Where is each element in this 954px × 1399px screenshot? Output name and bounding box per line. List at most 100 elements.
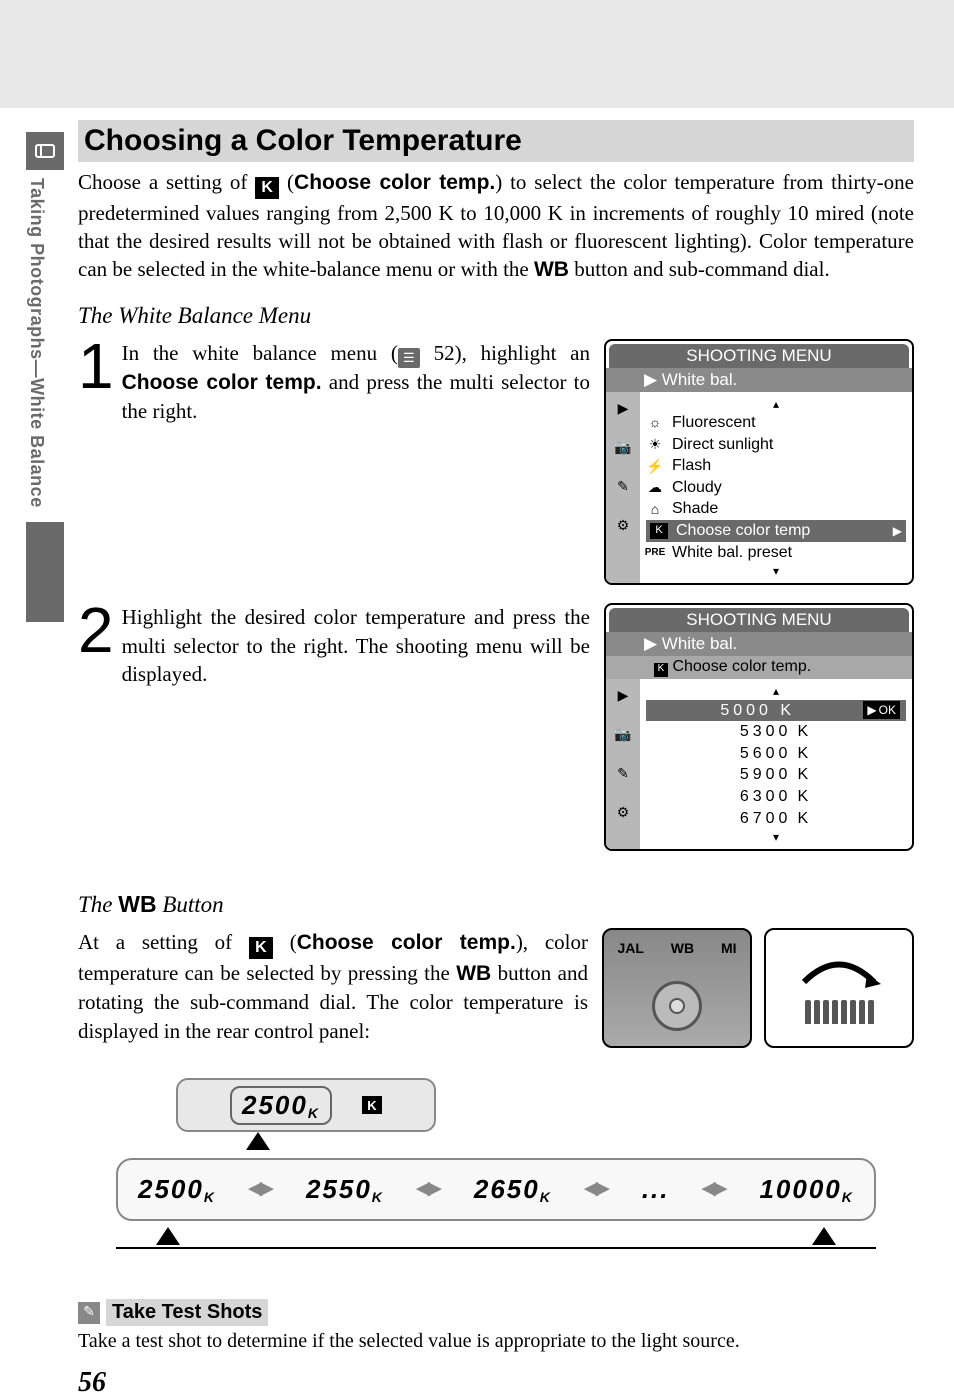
wb-row: At a setting of K (Choose color temp.), …	[78, 928, 914, 1048]
scroll-up-icon: ▴	[646, 396, 906, 412]
lcd-top-suffix: K	[308, 1105, 320, 1121]
seq-4: 10000	[759, 1174, 841, 1204]
pre-icon: PRE	[646, 546, 664, 560]
step-2-row: 2 Highlight the desired color temperatur…	[78, 603, 914, 851]
cam-l2: WB	[671, 940, 694, 956]
menu1-label-0: Fluorescent	[672, 412, 756, 434]
pointer-up-3	[812, 1227, 836, 1245]
fluorescent-icon: ☼	[646, 413, 664, 432]
step-1-text: In the white balance menu (☰ 52), highli…	[122, 339, 590, 425]
lcd-top-val: 2500	[242, 1090, 308, 1120]
seq-val-1: 2550K	[306, 1174, 384, 1205]
menu1-sub-text: White bal.	[662, 370, 738, 389]
lcd-current-value: 2500K	[230, 1086, 332, 1125]
camera-diagram: JALWBMI	[602, 928, 914, 1048]
camera-top-view: JALWBMI	[602, 928, 752, 1048]
scroll-up-icon-2: ▴	[646, 683, 906, 699]
menu-screenshot-2: SHOOTING MENU ▶ White bal. K Choose colo…	[604, 603, 914, 851]
wb-b: (	[273, 930, 297, 954]
sub-command-dial-diagram	[764, 928, 914, 1048]
seq-ellipsis: ...	[642, 1174, 670, 1205]
menu2-unit-4: K	[797, 786, 812, 808]
wb-text: At a setting of K (Choose color temp.), …	[78, 928, 588, 1045]
intro-paragraph: Choose a setting of K (Choose color temp…	[78, 168, 914, 285]
rotate-arrow-icon	[789, 952, 889, 992]
intro-paren: (	[279, 170, 294, 194]
side-tab: Taking Photographs—White Balance	[26, 132, 64, 592]
menu-screenshot-1: SHOOTING MENU ▶ White bal. ▶📷✎⚙ ▴ ☼Fluor…	[604, 339, 914, 586]
menu2-val-4: 6300	[740, 786, 792, 808]
k-icon-tiny: K	[654, 663, 668, 677]
step1-a: In the white balance menu (	[122, 341, 398, 365]
wb-e: WB	[456, 962, 491, 985]
menu1-label-4: Shade	[672, 498, 718, 520]
seq-s0: K	[204, 1189, 216, 1205]
side-tab-marker	[26, 522, 64, 622]
menu1-label-1: Direct sunlight	[672, 434, 773, 456]
step-1-number: 1	[78, 339, 114, 425]
intro-wb: WB	[534, 258, 569, 281]
pointer-up-1	[246, 1132, 270, 1150]
note-head: ✎ Take Test Shots	[78, 1299, 914, 1326]
menu2-row-3: 5900K	[646, 764, 906, 786]
intro-bold: Choose color temp.	[294, 171, 495, 194]
menu1-item-sunlight: ☀ Direct sunlight	[646, 434, 906, 456]
wb-head-b: WB	[118, 891, 156, 917]
dial-ridges	[805, 1000, 874, 1024]
wb-head-c: Button	[157, 892, 224, 917]
menu2-val-2: 5600	[740, 743, 792, 765]
lcd-display: 2500K K	[176, 1078, 436, 1132]
seq-arrow-icon-4	[697, 1176, 733, 1203]
k-icon-small: K	[650, 523, 668, 539]
wb-button-inner	[669, 998, 685, 1014]
scroll-down-icon: ▾	[646, 563, 906, 579]
menu2-val-5: 6700	[740, 808, 792, 830]
menu2-unit-1: K	[797, 721, 812, 743]
menu2-body: ▶📷✎⚙ ▴ 5000 K▶OK 5300K 5600K 5900K 6300K…	[606, 679, 912, 849]
menu1-item-cloudy: ☁Cloudy	[646, 477, 906, 499]
cam-l3: MI	[721, 940, 737, 956]
sunlight-icon: ☀	[646, 435, 664, 454]
menu2-unit-0: K	[780, 702, 795, 719]
lcd-diagram: 2500K K 2500K 2550K 2650K ... 10000K	[116, 1078, 876, 1249]
menu1-body: ▶📷✎⚙ ▴ ☼Fluorescent ☀Direct sunlight ⚡Fl…	[606, 392, 912, 584]
k-icon: K	[255, 177, 279, 199]
menu1-sub: ▶ White bal.	[606, 368, 912, 392]
menu2-val-3: 5900	[740, 764, 792, 786]
seq-val-2: 2650K	[474, 1174, 552, 1205]
seq-arrow-icon-2	[411, 1176, 447, 1203]
menu2-unit-2: K	[797, 743, 812, 765]
menu1-item-flash: ⚡Flash	[646, 455, 906, 477]
menu2-val-1: 5300	[740, 721, 792, 743]
menu2-unit-3: K	[797, 764, 812, 786]
menu2-row-4: 6300K	[646, 786, 906, 808]
menu-ref-icon: ☰	[398, 348, 420, 368]
camera-labels: JALWBMI	[604, 940, 750, 956]
seq-arrow-icon-1	[243, 1176, 279, 1203]
wb-c: Choose color temp.	[297, 931, 516, 954]
menu1-item-shade: ⌂ Shade	[646, 498, 906, 520]
note-box: ✎ Take Test Shots Take a test shot to de…	[78, 1299, 914, 1353]
lcd-sequence: 2500K 2550K 2650K ... 10000K	[116, 1158, 876, 1221]
step1-bold: Choose color temp.	[122, 371, 322, 394]
menu2-row-2: 5600K	[646, 743, 906, 765]
seq-val-4: 10000K	[759, 1174, 853, 1205]
seq-s1: K	[372, 1189, 384, 1205]
wb-button-section: The WB Button At a setting of K (Choose …	[78, 891, 914, 1048]
menu1-title: SHOOTING MENU	[609, 344, 909, 368]
menu2-row-5: 6700K	[646, 808, 906, 830]
menu1-item-preset: PRE White bal. preset	[646, 542, 906, 564]
menu2-sub: ▶ White bal.	[606, 632, 912, 656]
wb-icon	[26, 132, 64, 170]
shade-icon: ⌂	[646, 500, 664, 519]
intro-text-3: button and sub-command dial.	[569, 257, 830, 281]
wb-button-graphic	[652, 981, 702, 1031]
step-1-left: 1 In the white balance menu (☰ 52), high…	[78, 339, 590, 425]
menu1-label-6: White bal. preset	[672, 542, 792, 564]
scroll-down-icon-2: ▾	[646, 829, 906, 845]
page-number: 56	[78, 1367, 914, 1399]
menu2-sub-text: White bal.	[662, 634, 738, 653]
page-gray-banner	[0, 0, 954, 108]
wb-head-a: The	[78, 892, 118, 917]
seq-1: 2550	[306, 1174, 372, 1204]
